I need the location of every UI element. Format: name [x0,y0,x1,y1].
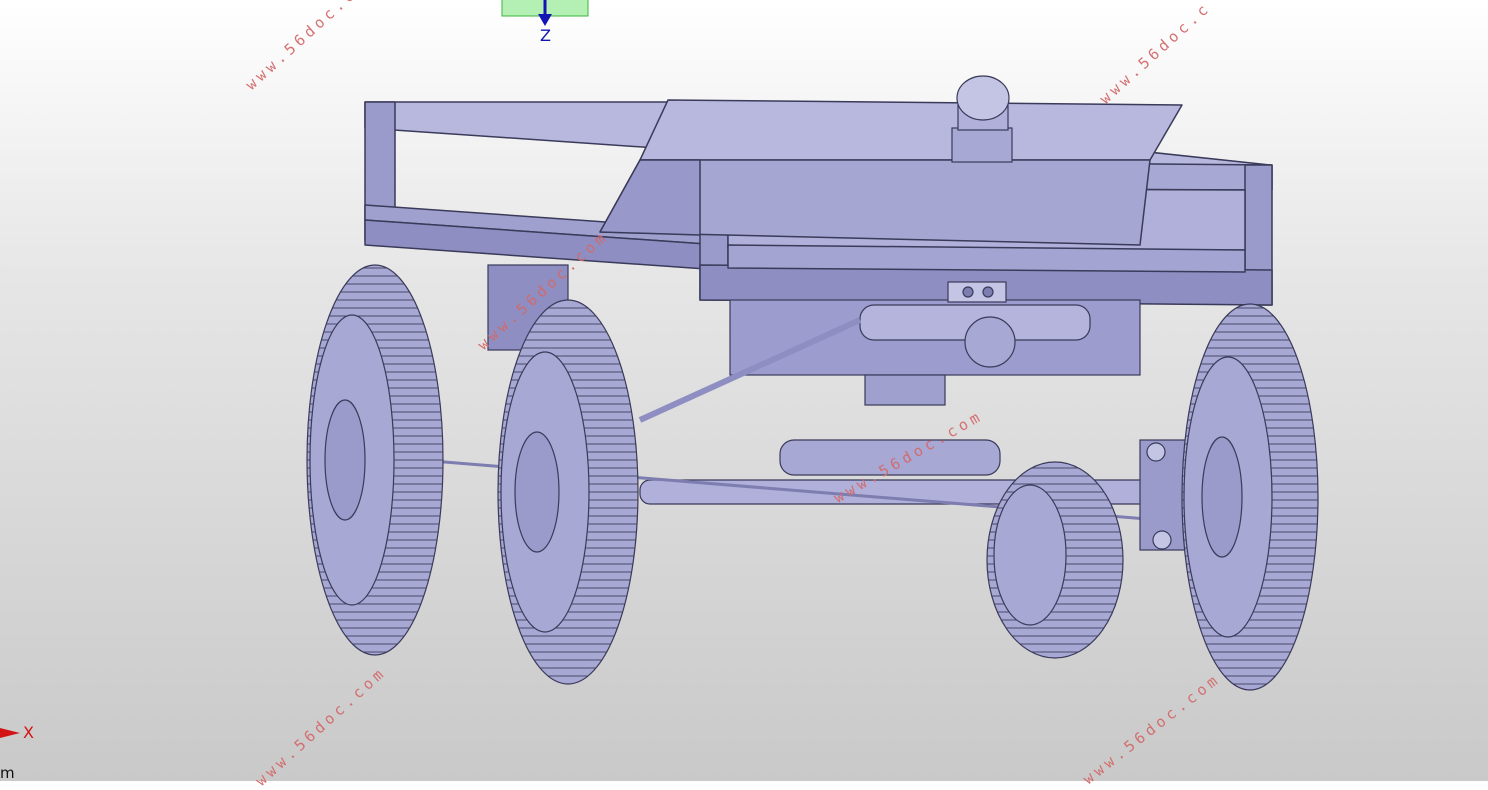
trailer-model[interactable] [0,0,1488,781]
3d-viewport[interactable]: Z X m www.56doc.com www.56doc.c www.56do… [0,0,1488,790]
wheel-rear-right [986,461,1124,659]
top-dome [951,75,1013,163]
wheel-front-left [306,264,444,656]
wheel-front-right [1181,303,1319,691]
wheel-rear-left [497,299,639,685]
